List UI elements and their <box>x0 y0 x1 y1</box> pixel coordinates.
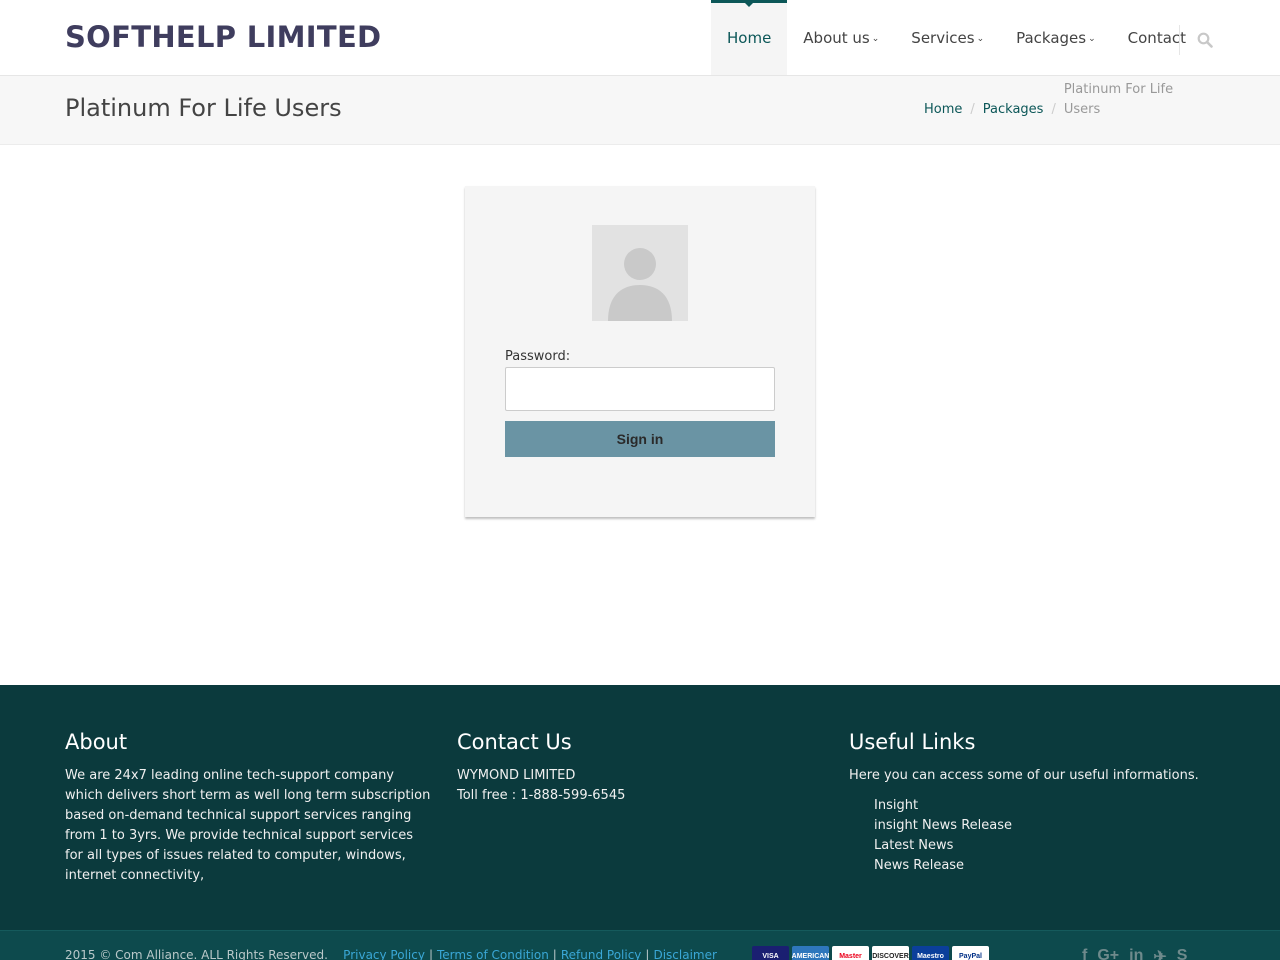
password-field[interactable] <box>505 367 775 411</box>
nav-item-about-us[interactable]: About us ⌄ <box>787 0 895 75</box>
footer-link-insight[interactable]: Insight <box>874 796 1229 816</box>
page-title-band: Platinum For Life Users Home / Packages / Pl… <box>0 76 1280 145</box>
site-logo[interactable]: SOFTHELP LIMITED <box>65 20 381 54</box>
password-label: Password: <box>505 349 571 364</box>
site-footer: About We are 24x7 leading online tech-su… <box>0 685 1280 930</box>
nav-item-home[interactable]: Home <box>711 0 788 75</box>
search-icon[interactable] <box>1197 32 1213 48</box>
payment-cards: VISA AMERICAN Master DISCOVER Maestro Pa… <box>752 946 989 960</box>
breadcrumb-current: Platinum For Life Users <box>1063 82 1174 117</box>
footer-contact-title: Contact Us <box>457 730 572 754</box>
footer-bottom-bar: 2015 © Com Alliance. ALL Rights Reserved… <box>0 930 1280 960</box>
disclaimer-link[interactable]: Disclaimer <box>653 948 716 960</box>
chevron-down-icon: ⌄ <box>871 34 880 44</box>
terms-link[interactable]: Terms of Condition <box>437 948 549 960</box>
copyright-line: 2015 © Com Alliance. ALL Rights Reserved… <box>65 948 717 960</box>
facebook-icon[interactable]: f <box>1082 947 1087 960</box>
nav-item-label: Home <box>727 28 772 47</box>
mastercard-icon: Master <box>832 946 869 960</box>
nav-item-packages[interactable]: Packages ⌄ <box>1000 0 1112 75</box>
chevron-down-icon: ⌄ <box>976 34 985 44</box>
paypal-icon: PayPal <box>952 946 989 960</box>
user-silhouette-icon <box>592 225 688 321</box>
link-separator: | <box>428 948 433 960</box>
breadcrumb: Home / Packages / Platinum For Life Users <box>924 82 1184 120</box>
nav-item-label: Services <box>911 28 975 47</box>
nav-item-services[interactable]: Services ⌄ <box>895 0 1000 75</box>
linkedin-icon[interactable]: in <box>1129 947 1143 960</box>
nav-item-contact[interactable]: Contact <box>1112 0 1202 75</box>
footer-links-list: Insight insight News Release Latest News… <box>849 796 1229 876</box>
breadcrumb-home[interactable]: Home <box>924 102 962 117</box>
twitter-icon[interactable]: ✈ <box>1153 947 1166 960</box>
nav-item-label: About us <box>803 28 870 47</box>
nav-item-label: Contact <box>1127 28 1187 47</box>
maestro-card-icon: Maestro <box>912 946 949 960</box>
footer-about-text: We are 24x7 leading online tech-support … <box>65 768 431 883</box>
refund-policy-link[interactable]: Refund Policy <box>561 948 642 960</box>
breadcrumb-separator: / <box>1051 102 1056 117</box>
sign-in-button[interactable]: Sign in <box>505 421 775 457</box>
amex-card-icon: AMERICAN <box>792 946 829 960</box>
google-plus-icon[interactable]: G+ <box>1097 947 1119 960</box>
skype-icon[interactable]: S <box>1177 947 1188 960</box>
footer-contact: Contact Us WYMOND LIMITED Toll free : 1-… <box>457 730 817 806</box>
footer-about-title: About <box>65 730 128 754</box>
footer-useful-links: Useful Links Here you can access some of… <box>849 730 1229 876</box>
footer-link-insight-news-release[interactable]: insight News Release <box>874 816 1229 836</box>
login-box: Password: Sign in <box>465 186 815 517</box>
footer-link-news-release[interactable]: News Release <box>874 856 1229 876</box>
link-separator: | <box>552 948 557 960</box>
privacy-policy-link[interactable]: Privacy Policy <box>343 948 425 960</box>
page-title: Platinum For Life Users <box>65 94 342 122</box>
visa-card-icon: VISA <box>752 946 789 960</box>
copyright-text: 2015 © Com Alliance. ALL Rights Reserved… <box>65 948 328 960</box>
nav-divider <box>1179 25 1180 55</box>
footer-tollfree: Toll free : 1-888-599-6545 <box>457 788 626 803</box>
social-links: f G+ in ✈ S <box>1082 947 1187 960</box>
discover-card-icon: DISCOVER <box>872 946 909 960</box>
footer-company-name: WYMOND LIMITED <box>457 768 576 783</box>
footer-links-title: Useful Links <box>849 730 976 754</box>
footer-links-intro: Here you can access some of our useful i… <box>849 768 1199 783</box>
main-nav: Home About us ⌄ Services ⌄ Packages ⌄ Co… <box>711 0 1202 75</box>
nav-item-label: Packages <box>1016 28 1087 47</box>
footer-about: About We are 24x7 leading online tech-su… <box>65 730 435 886</box>
breadcrumb-packages[interactable]: Packages <box>983 102 1044 117</box>
breadcrumb-separator: / <box>970 102 975 117</box>
link-separator: | <box>645 948 650 960</box>
chevron-down-icon: ⌄ <box>1088 34 1096 44</box>
site-header: SOFTHELP LIMITED Home About us ⌄ Service… <box>0 0 1280 76</box>
footer-link-latest-news[interactable]: Latest News <box>874 836 1229 856</box>
